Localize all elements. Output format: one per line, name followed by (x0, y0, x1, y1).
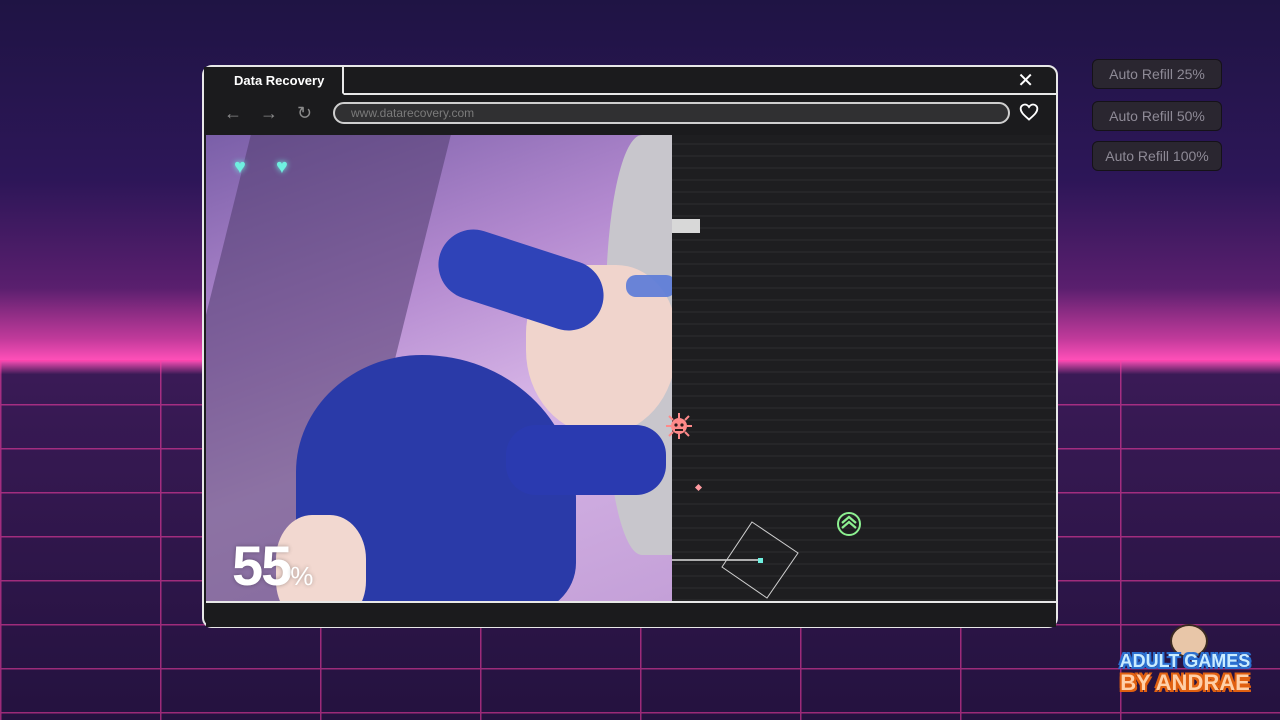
watermark-logo: ADULT GAMES BY ANDRAE (1110, 624, 1260, 704)
status-bar (206, 601, 1056, 627)
game-viewport[interactable]: ♥ ♥ 55% (206, 135, 1056, 601)
scanner-cursor (672, 521, 799, 599)
arrow-right-icon[interactable]: → (260, 101, 278, 125)
auto-refill-100-button[interactable]: Auto Refill 100% (1092, 141, 1222, 171)
recovery-progress: 55% (232, 533, 313, 598)
auto-refill-100-label: Auto Refill 100% (1105, 148, 1209, 164)
player-ship-icon (837, 512, 861, 536)
watermark-line1: ADULT GAMES (1119, 651, 1251, 671)
tab-title: Data Recovery (234, 73, 325, 88)
auto-refill-50-button[interactable]: Auto Refill 50% (1092, 101, 1222, 131)
character-image: ♥ ♥ 55% (206, 135, 672, 601)
tab-divider (344, 93, 1056, 95)
data-block (672, 219, 700, 233)
auto-refill-25-button[interactable]: Auto Refill 25% (1092, 59, 1222, 89)
url-text: www.datarecovery.com (351, 106, 475, 120)
arrow-left-icon[interactable]: ← (224, 101, 242, 125)
character-glasses (626, 275, 672, 297)
heart-icon[interactable] (1019, 102, 1039, 122)
progress-sign: % (290, 561, 313, 591)
browser-window: Data Recovery ✕ ← → ↻ www.datarecovery.c… (202, 65, 1058, 628)
auto-refill-50-label: Auto Refill 50% (1109, 108, 1205, 124)
close-icon[interactable]: ✕ (1017, 69, 1034, 93)
character-arm (429, 220, 613, 340)
address-bar[interactable]: www.datarecovery.com (333, 102, 1010, 124)
tab-data-recovery[interactable]: Data Recovery (204, 67, 344, 95)
progress-value: 55 (232, 534, 292, 597)
life-heart-icon: ♥ (276, 156, 288, 178)
virus-icon (666, 413, 692, 439)
character-top (506, 425, 666, 495)
auto-refill-25-label: Auto Refill 25% (1109, 66, 1205, 82)
watermark-line2: BY ANDRAE (1120, 670, 1250, 695)
life-heart-icon: ♥ (234, 156, 246, 178)
reload-icon[interactable]: ↻ (297, 101, 312, 125)
